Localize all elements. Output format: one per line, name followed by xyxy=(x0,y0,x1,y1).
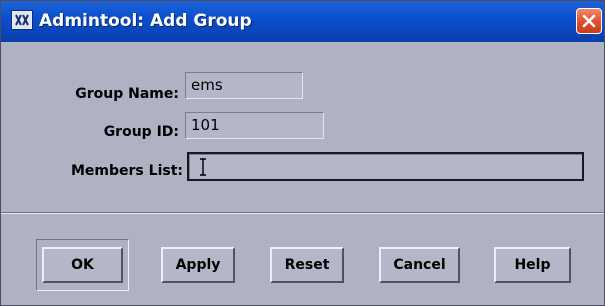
title-bar[interactable]: Admintool: Add Group xyxy=(1,1,604,42)
close-icon xyxy=(582,14,596,28)
group-name-field[interactable]: ems xyxy=(185,72,303,99)
ok-button[interactable]: OK xyxy=(42,247,123,283)
reset-button[interactable]: Reset xyxy=(270,247,344,283)
apply-button[interactable]: Apply xyxy=(161,247,235,283)
admintool-window-icon[interactable] xyxy=(11,10,33,30)
window-title: Admintool: Add Group xyxy=(39,11,252,31)
group-name-value: ems xyxy=(191,76,223,94)
group-id-label: Group ID: xyxy=(103,124,179,140)
group-form: Group Name: ems Group ID: 101 Members Li… xyxy=(1,42,604,212)
group-id-field[interactable]: 101 xyxy=(185,112,324,139)
text-cursor-icon xyxy=(200,158,206,176)
divider-highlight xyxy=(1,213,604,214)
close-button[interactable] xyxy=(576,8,602,34)
group-id-value: 101 xyxy=(191,116,220,134)
group-name-label: Group Name: xyxy=(75,86,179,102)
help-button[interactable]: Help xyxy=(494,247,571,283)
members-list-label: Members List: xyxy=(71,163,183,179)
cancel-button[interactable]: Cancel xyxy=(379,247,460,283)
add-group-dialog: Admintool: Add Group Group Name: ems Gro… xyxy=(0,0,605,306)
members-list-field[interactable] xyxy=(187,152,584,181)
